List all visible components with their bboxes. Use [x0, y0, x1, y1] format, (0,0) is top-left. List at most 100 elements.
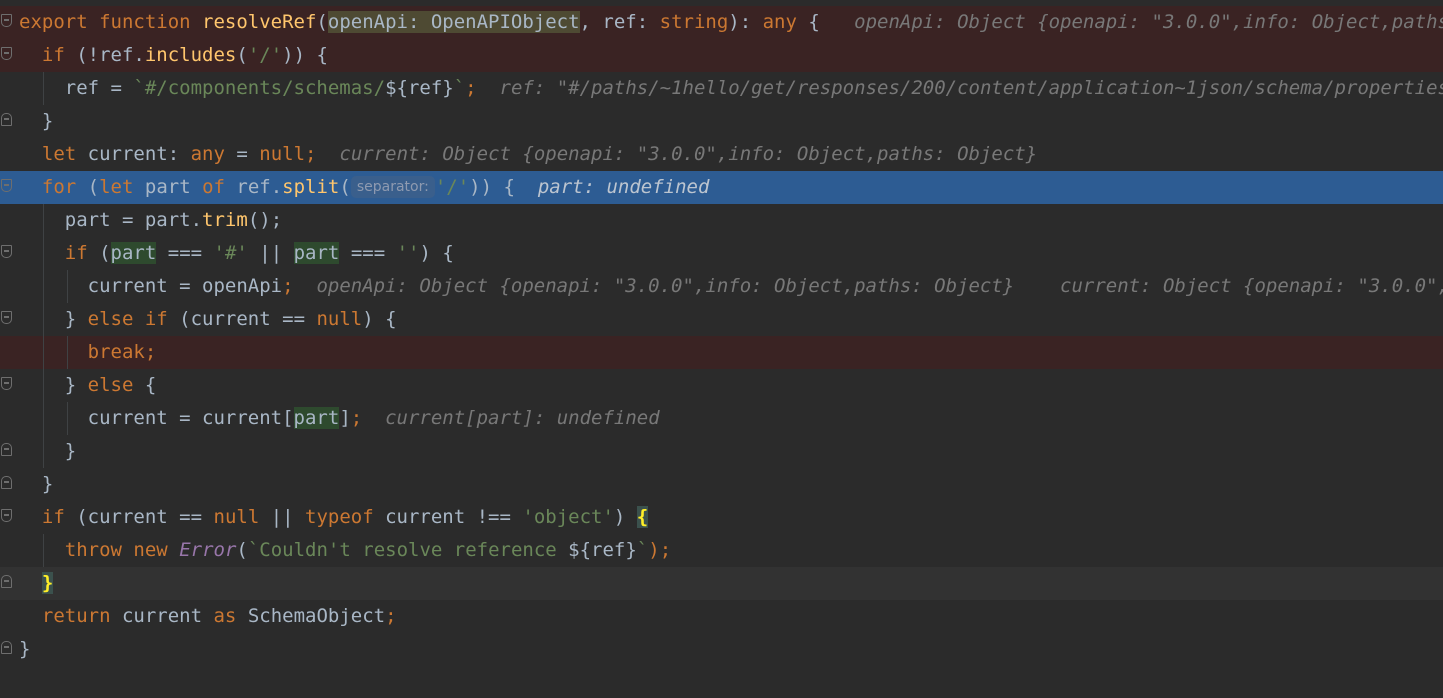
code-line-17[interactable]: throw new Error(`Couldn't resolve refere…: [0, 534, 1443, 567]
matched-brace: }: [41, 572, 54, 594]
code-token: if: [41, 44, 65, 66]
code-token: ;: [465, 77, 477, 99]
code-token: '/': [434, 176, 470, 198]
code-line-8[interactable]: if (part === '#' || part === '') {: [0, 237, 1443, 270]
code-token: `: [636, 539, 649, 561]
code-token: ref.: [224, 176, 283, 198]
gutter[interactable]: [0, 171, 18, 204]
gutter[interactable]: [0, 39, 18, 72]
inline-debug-value: current: Object {openapi: "3.0.0",info: …: [339, 143, 1038, 165]
gutter[interactable]: [0, 105, 18, 138]
code-token: ${ref}: [385, 77, 454, 99]
code-line-13[interactable]: current = current[part]; current[part]: …: [0, 402, 1443, 435]
code-token: current: [110, 605, 214, 627]
parameter-hint: separator:: [350, 176, 435, 198]
code-line-2[interactable]: if (!ref.includes('/')) {: [0, 39, 1443, 72]
gutter[interactable]: [0, 336, 18, 369]
code-line-9[interactable]: current = openApi; openApi: Object {open…: [0, 270, 1443, 303]
code-token: )) {: [282, 44, 328, 66]
code-token: let: [99, 176, 134, 198]
code-editor[interactable]: export function resolveRef(openApi: Open…: [0, 6, 1443, 698]
code-token: ) {: [419, 242, 454, 264]
code-token: part = part.: [64, 209, 203, 231]
code-token-param-highlight: openApi: OpenAPIObject: [327, 11, 580, 33]
code-line-10[interactable]: } else if (current == null) {: [0, 303, 1443, 336]
code-token: (: [236, 539, 248, 561]
gutter[interactable]: [0, 600, 18, 633]
code-token: let: [41, 143, 77, 165]
gutter[interactable]: [0, 369, 18, 402]
code-token: }: [41, 110, 54, 132]
gutter[interactable]: [0, 138, 18, 171]
code-token: throw: [64, 539, 122, 561]
gutter[interactable]: [0, 435, 18, 468]
code-token: current = openApi: [87, 275, 283, 297]
code-token: , ref:: [579, 11, 660, 33]
code-token: current !==: [373, 506, 523, 528]
code-line-19[interactable]: return current as SchemaObject;: [0, 600, 1443, 633]
code-line-6-execution-point[interactable]: for (let part of ref.split(separator: '/'…: [0, 171, 1443, 204]
code-line-12[interactable]: } else {: [0, 369, 1443, 402]
code-token: current:: [76, 143, 191, 165]
gutter[interactable]: [0, 633, 18, 666]
fold-end-icon[interactable]: [1, 113, 12, 126]
code-line-4[interactable]: }: [0, 105, 1443, 138]
fold-expanded-icon[interactable]: [1, 377, 12, 390]
gutter[interactable]: [0, 468, 18, 501]
gutter[interactable]: [0, 6, 18, 39]
gutter[interactable]: [0, 237, 18, 270]
gutter[interactable]: [0, 402, 18, 435]
fold-end-icon[interactable]: [1, 641, 12, 654]
code-token: includes: [144, 44, 237, 66]
code-line-11[interactable]: break;: [0, 336, 1443, 369]
code-token: as: [213, 605, 237, 627]
code-token: }: [41, 473, 54, 495]
code-token: new: [133, 539, 168, 561]
code-token: (!ref.: [64, 44, 145, 66]
code-token: (: [339, 176, 351, 198]
gutter[interactable]: [0, 534, 18, 567]
code-token: 'object': [522, 506, 614, 528]
code-token: (current ==: [167, 308, 317, 330]
inline-debug-value: openApi: Object {openapi: "3.0.0",info: …: [316, 275, 1015, 297]
code-token: resolveRef: [202, 11, 317, 33]
fold-end-icon[interactable]: [1, 476, 12, 489]
code-line-20[interactable]: }: [0, 633, 1443, 666]
fold-end-icon[interactable]: [1, 575, 12, 588]
gutter[interactable]: [0, 567, 18, 600]
code-line-14[interactable]: }: [0, 435, 1443, 468]
gutter[interactable]: [0, 270, 18, 303]
fold-expanded-icon[interactable]: [1, 311, 12, 324]
gutter[interactable]: [0, 303, 18, 336]
fold-end-icon[interactable]: [1, 443, 12, 456]
gutter[interactable]: [0, 204, 18, 237]
fold-expanded-icon[interactable]: [1, 509, 12, 522]
code-line-15[interactable]: }: [0, 468, 1443, 501]
code-token: Error: [179, 539, 237, 561]
code-token: any: [190, 143, 225, 165]
code-token: (current ==: [64, 506, 214, 528]
code-token: (: [76, 176, 100, 198]
code-line-5[interactable]: let current: any = null; current: Object…: [0, 138, 1443, 171]
code-token: if: [64, 242, 88, 264]
code-token: ;: [282, 275, 294, 297]
code-token: null: [316, 308, 363, 330]
code-token: {: [796, 11, 820, 33]
fold-expanded-icon[interactable]: [1, 47, 12, 60]
code-line-16[interactable]: if (current == null || typeof current !=…: [0, 501, 1443, 534]
code-line-18-caret[interactable]: }: [0, 567, 1443, 600]
code-line-7[interactable]: part = part.trim();: [0, 204, 1443, 237]
code-token: current = current[: [87, 407, 294, 429]
code-token: SchemaObject: [236, 605, 386, 627]
gutter[interactable]: [0, 501, 18, 534]
fold-expanded-icon[interactable]: [1, 14, 12, 27]
gutter[interactable]: [0, 72, 18, 105]
inline-debug-value: current: Object {openapi: "3.0.0",info: …: [1060, 275, 1443, 297]
fold-expanded-icon[interactable]: [1, 179, 12, 192]
code-token: );: [648, 539, 672, 561]
code-line-1[interactable]: export function resolveRef(openApi: Open…: [0, 6, 1443, 39]
code-token-usage-highlight: part: [293, 242, 340, 264]
fold-expanded-icon[interactable]: [1, 245, 12, 258]
code-line-3[interactable]: ref = `#/components/schemas/${ref}`; ref…: [0, 72, 1443, 105]
